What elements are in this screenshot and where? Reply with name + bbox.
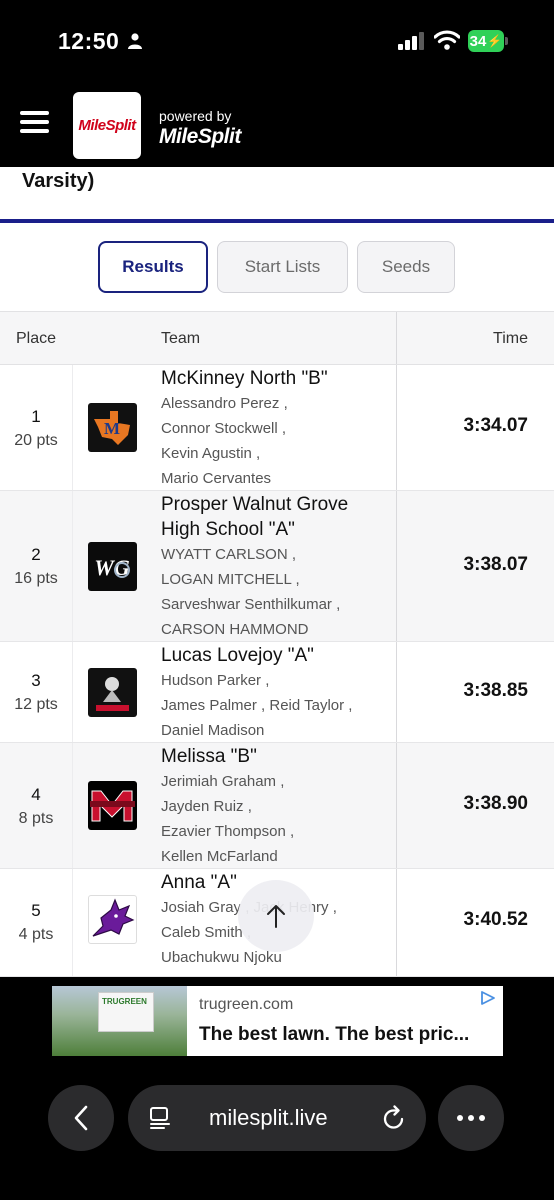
place-cell: 4 8 pts [0,783,72,831]
reload-icon[interactable] [382,1105,406,1131]
results-tabs: Results Start Lists Seeds [0,241,554,295]
place-number: 3 [31,671,41,690]
place-cell: 1 20 pts [0,405,72,453]
athlete-name[interactable]: Kevin Agustin , [161,441,391,466]
scroll-to-top-button[interactable] [238,880,314,952]
athlete-name[interactable]: Connor Stockwell , [161,416,391,441]
results-table: Place Team Time 1 20 pts M McKinney North… [0,311,554,977]
table-header: Place Team Time [0,311,554,365]
wifi-icon [434,30,460,50]
results-page: Varsity) Results Start Lists Seeds Place… [0,167,554,977]
athlete-name[interactable]: LOGAN MITCHELL , [161,567,391,592]
result-time: 3:38.90 [463,793,528,814]
ad-sign-text: TRUGREEN [102,997,147,1006]
site-logo-text: MileSplit [78,117,136,134]
ad-image: TRUGREEN [52,986,187,1056]
battery-level: 34 [469,32,487,50]
person-icon [128,33,142,49]
result-time: 3:38.85 [463,680,528,701]
place-number: 5 [31,901,41,920]
mckinney-north-logo: M [88,403,137,452]
tab-seeds[interactable]: Seeds [357,241,455,293]
team-name[interactable]: Prosper Walnut Grove High School "A" [161,492,391,542]
page-menu-icon[interactable] [148,1106,172,1130]
place-cell: 5 4 pts [0,899,72,947]
place-cell: 3 12 pts [0,669,72,717]
team-cell: Prosper Walnut Grove High School "A" WYA… [161,492,391,642]
team-name[interactable]: Lucas Lovejoy "A" [161,643,391,668]
team-name[interactable]: Melissa "B" [161,744,391,769]
more-options-button[interactable] [438,1085,504,1151]
ad-domain: trugreen.com [199,996,294,1013]
table-row[interactable]: 3 12 pts Lucas Lovejoy "A" Hudson Parker … [0,642,554,743]
team-cell: McKinney North "B" Alessandro Perez , Co… [161,366,391,491]
athlete-name[interactable]: WYATT CARLSON , [161,542,391,567]
athlete-name[interactable]: Kellen McFarland [161,844,391,869]
lovejoy-logo [88,668,137,717]
header-team[interactable]: Team [161,330,200,348]
table-row[interactable]: 1 20 pts M McKinney North "B" Alessandro … [0,365,554,491]
battery-indicator: 34 ⚡ [468,30,504,52]
anna-coyote-logo [88,895,137,944]
athlete-name[interactable]: Mario Cervantes [161,466,391,491]
cellular-signal-icon [398,32,424,50]
ad-headline: The best lawn. The best pric... [199,1024,470,1045]
chevron-left-icon [74,1105,88,1131]
points: 12 pts [14,696,58,713]
ad-yard-sign: TRUGREEN [98,992,154,1032]
result-time: 3:34.07 [463,415,528,436]
table-row[interactable]: 4 8 pts Melissa "B" Jerimiah Graham , Jay… [0,743,554,869]
team-name[interactable]: McKinney North "B" [161,366,391,391]
points: 8 pts [18,810,54,827]
points: 4 pts [18,926,54,943]
svg-text:M: M [104,419,120,438]
address-bar[interactable]: milesplit.live [128,1085,426,1151]
result-time: 3:38.07 [463,554,528,575]
melissa-logo [88,781,137,830]
clock: 12:50 [58,28,120,54]
header-time[interactable]: Time [493,330,528,348]
place-number: 4 [31,785,41,804]
athlete-name[interactable]: Daniel Madison [161,718,391,743]
charging-bolt-icon: ⚡ [487,34,503,48]
athlete-name[interactable]: Jayden Ruiz , [161,794,391,819]
tab-results[interactable]: Results [98,241,208,293]
athlete-name[interactable]: Ezavier Thompson , [161,819,391,844]
arrow-up-icon [267,905,285,928]
athlete-name[interactable]: Jerimiah Graham , [161,769,391,794]
title-divider [0,219,554,223]
athlete-name[interactable]: Alessandro Perez , [161,391,391,416]
status-bar: 12:50 34 ⚡ [0,0,554,84]
menu-hamburger-icon[interactable] [20,111,49,135]
app-header: MileSplit powered by MileSplit [0,84,554,167]
powered-by-logo: MileSplit [159,125,241,148]
table-row[interactable]: 2 16 pts WG Prosper Walnut Grove High Sch… [0,491,554,642]
back-button[interactable] [48,1085,114,1151]
team-cell: Lucas Lovejoy "A" Hudson Parker , James … [161,643,391,743]
place-number: 1 [31,407,41,426]
result-time: 3:40.52 [463,909,528,930]
team-cell: Melissa "B" Jerimiah Graham , Jayden Rui… [161,744,391,869]
athlete-name[interactable]: Sarveshwar Senthilkumar , [161,592,391,617]
points: 20 pts [14,432,58,449]
place-number: 2 [31,545,41,564]
athlete-name[interactable]: Hudson Parker , [161,668,391,693]
url-text: milesplit.live [209,1105,328,1130]
athlete-name[interactable]: CARSON HAMMOND [161,617,391,642]
battery-tip [505,37,508,45]
event-title: Varsity) [22,170,95,192]
site-logo[interactable]: MileSplit [73,92,141,159]
more-dots-icon [457,1115,485,1121]
header-place[interactable]: Place [16,330,56,348]
tab-start-lists[interactable]: Start Lists [217,241,348,293]
athlete-name[interactable]: James Palmer , Reid Taylor , [161,693,391,718]
walnut-grove-logo: WG [88,542,137,591]
advertisement-banner[interactable]: TRUGREEN trugreen.com The best lawn. The… [52,986,503,1056]
points: 16 pts [14,570,58,587]
adchoices-icon[interactable] [479,990,497,1006]
powered-by-label: powered by [159,108,232,124]
place-cell: 2 16 pts [0,543,72,591]
